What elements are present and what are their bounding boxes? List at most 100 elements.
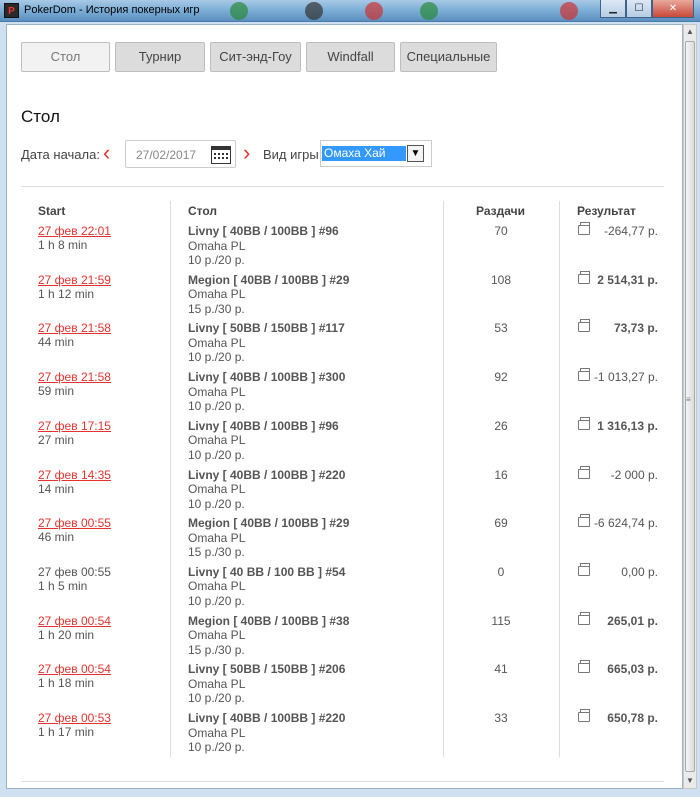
wallet-icon xyxy=(578,562,590,576)
tab-table[interactable]: Стол xyxy=(21,42,110,72)
start-cell: 27 фев 21:58 59 min xyxy=(38,370,111,398)
session-duration: 27 min xyxy=(38,432,75,447)
chevron-down-icon[interactable]: ▼ xyxy=(407,145,424,162)
session-date-link[interactable]: 27 фев 21:59 xyxy=(38,273,111,287)
start-cell: 27 фев 00:55 1 h 5 min xyxy=(38,565,111,593)
hands-count: 33 xyxy=(494,711,508,725)
session-date-link[interactable]: 27 фев 00:54 xyxy=(38,614,111,628)
calendar-icon[interactable] xyxy=(211,146,231,164)
game-type-label: Вид игры: xyxy=(263,147,323,162)
wallet-icon xyxy=(578,416,590,430)
session-date-link[interactable]: 27 фев 21:58 xyxy=(38,370,111,384)
minimize-button[interactable]: ▁ xyxy=(600,0,626,18)
game-type: Omaha PL xyxy=(188,676,246,691)
background-decoration xyxy=(365,2,383,20)
session-date-link[interactable]: 27 фев 00:53 xyxy=(38,711,111,725)
maximize-button[interactable]: ☐ xyxy=(626,0,652,18)
game-type: Omaha PL xyxy=(188,287,246,302)
game-type: Omaha PL xyxy=(188,482,246,496)
table-cell: Livny [ 40BB / 100BB ] #220 Omaha PL 10 р.… xyxy=(188,468,345,512)
next-date-arrow-icon[interactable]: › xyxy=(243,141,250,165)
window-titlebar[interactable]: P PokerDom - История покерных игр ▁ ☐ ✕ xyxy=(0,0,700,22)
close-button[interactable]: ✕ xyxy=(652,0,694,18)
result-cell: 265,01 р. xyxy=(578,611,658,628)
result-amount: -2 000 р. xyxy=(610,467,658,482)
result-cell: -6 624,74 р. xyxy=(578,514,658,531)
table-name: Livny [ 40BB / 100BB ] #300 xyxy=(188,370,346,385)
tab-sit-and-go[interactable]: Сит-энд-Гоу xyxy=(210,42,301,72)
result-amount: -6 624,74 р. xyxy=(593,516,658,531)
scroll-grip-icon: ≡ xyxy=(686,395,691,404)
game-type: Omaha PL xyxy=(188,725,246,740)
result-cell: 1 316,13 р. xyxy=(578,416,658,433)
column-header-table: Стол xyxy=(188,204,218,218)
wallet-icon xyxy=(578,270,590,284)
table-row: 27 фев 21:58 59 min Livny [ 40BB / 100BB ]… xyxy=(0,368,677,419)
scroll-down-icon[interactable]: ▼ xyxy=(684,774,696,788)
session-date-link[interactable]: 27 фев 22:01 xyxy=(38,224,111,238)
table-cell: Livny [ 40BB / 100BB ] #300 Omaha PL 10 р.… xyxy=(188,370,345,414)
stakes: 15 р./30 р. xyxy=(188,642,245,657)
hands-count: 70 xyxy=(494,224,508,238)
scrollbar-thumb[interactable] xyxy=(685,41,695,772)
hands-count: 26 xyxy=(494,418,508,433)
start-cell: 27 фев 00:54 1 h 20 min xyxy=(38,614,111,642)
tab-tournament[interactable]: Турнир xyxy=(115,42,205,72)
table-cell: Livny [ 40 BB / 100 BB ] #54 Omaha PL 10 р… xyxy=(188,565,345,609)
result-amount: -1 013,27 р. xyxy=(593,370,658,385)
tab-windfall[interactable]: Windfall xyxy=(306,42,395,72)
vertical-scrollbar[interactable]: ▲ ≡ ▼ xyxy=(683,24,697,789)
game-type-tabs: Стол Турнир Сит-энд-Гоу Windfall Специал… xyxy=(21,42,497,72)
hands-count: 115 xyxy=(491,613,511,628)
session-duration: 1 h 20 min xyxy=(38,627,95,642)
game-type-select[interactable]: Омаха Хай ▼ xyxy=(320,140,432,167)
stakes: 10 р./20 р. xyxy=(188,253,245,267)
session-date-link[interactable]: 27 фев 17:15 xyxy=(38,419,111,433)
table-cell: Livny [ 50BB / 150BB ] #206 Omaha PL 10 р.… xyxy=(188,662,345,706)
scroll-up-icon[interactable]: ▲ xyxy=(684,25,696,39)
result-cell: 2 514,31 р. xyxy=(578,270,658,287)
hands-count: 0 xyxy=(497,564,505,579)
session-date-link[interactable]: 27 фев 00:55 xyxy=(38,516,111,530)
start-cell: 27 фев 22:01 1 h 8 min xyxy=(38,224,111,252)
hands-count: 16 xyxy=(494,467,508,482)
session-date-link[interactable]: 27 фев 00:54 xyxy=(38,662,111,676)
divider xyxy=(21,186,664,187)
window-controls: ▁ ☐ ✕ xyxy=(600,0,694,18)
divider xyxy=(21,781,664,782)
page-title: Стол xyxy=(21,107,60,126)
session-date-link: 27 фев 00:55 xyxy=(38,564,111,579)
wallet-icon xyxy=(578,319,590,333)
result-amount: -264,77 р. xyxy=(603,224,658,238)
start-cell: 27 фев 21:58 44 min xyxy=(38,321,111,349)
start-cell: 27 фев 00:55 46 min xyxy=(38,516,111,544)
table-name: Livny [ 40BB / 100BB ] #220 xyxy=(188,467,346,482)
wallet-icon xyxy=(578,514,590,528)
stakes: 15 р./30 р. xyxy=(188,545,245,560)
session-duration: 1 h 17 min xyxy=(38,725,95,739)
session-date-link[interactable]: 27 фев 21:58 xyxy=(38,321,111,335)
column-header-result: Результат xyxy=(577,204,636,218)
stakes: 15 р./30 р. xyxy=(188,301,245,316)
start-date-label: Дата начала: xyxy=(21,147,100,162)
stakes: 10 р./20 р. xyxy=(188,496,245,511)
stakes: 10 р./20 р. xyxy=(188,691,245,706)
table-cell: Livny [ 50BB / 150BB ] #117 Omaha PL 10 р.… xyxy=(188,321,345,365)
session-duration: 1 h 18 min xyxy=(38,676,95,691)
session-duration: 1 h 12 min xyxy=(38,286,95,301)
session-duration: 59 min xyxy=(38,384,75,399)
table-row: 27 фев 00:53 1 h 17 min Livny [ 40BB / 100… xyxy=(0,709,677,760)
result-cell: -2 000 р. xyxy=(578,465,658,482)
stakes: 10 р./20 р. xyxy=(188,447,245,462)
wallet-icon xyxy=(578,660,590,674)
date-field[interactable]: 27/02/2017 xyxy=(125,140,236,168)
tab-special[interactable]: Специальные xyxy=(400,42,497,72)
column-header-start: Start xyxy=(38,204,66,218)
hands-count: 92 xyxy=(494,370,508,385)
session-date-link[interactable]: 27 фев 14:35 xyxy=(38,468,111,482)
table-name: Megion [ 40BB / 100BB ] #29 xyxy=(188,272,350,287)
background-decoration xyxy=(305,2,323,20)
wallet-icon xyxy=(578,709,590,722)
prev-date-arrow-icon[interactable]: ‹ xyxy=(103,141,110,165)
result-amount: 2 514,31 р. xyxy=(597,272,658,287)
